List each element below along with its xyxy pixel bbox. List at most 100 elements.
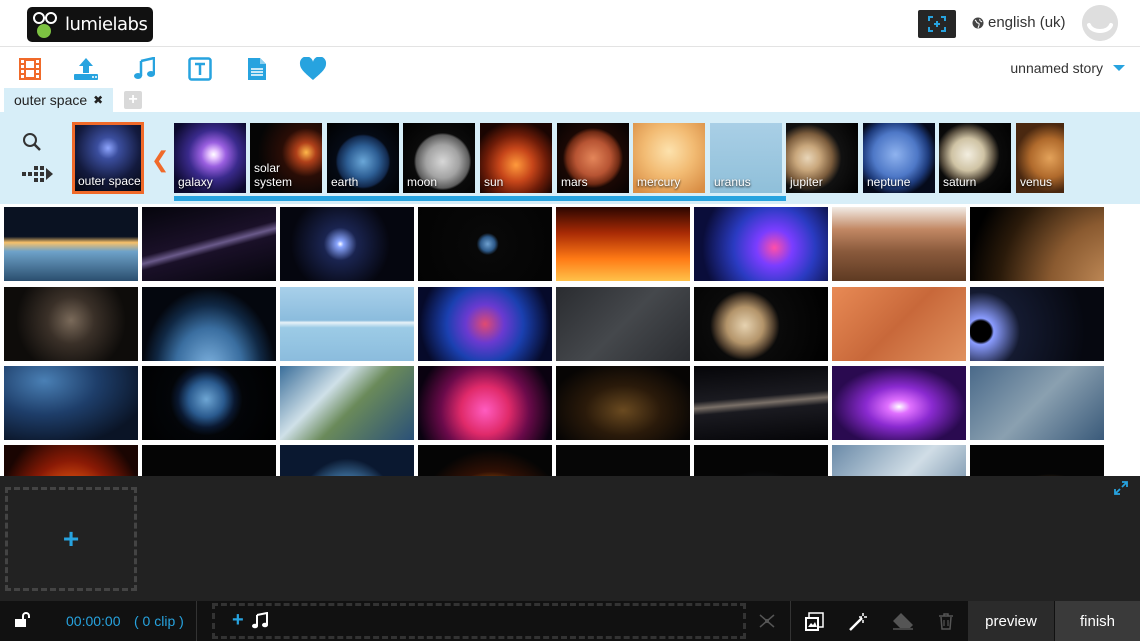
upload-tool-button[interactable] — [72, 55, 100, 83]
preview-button[interactable]: preview — [968, 601, 1054, 641]
category-item[interactable]: jupiter — [786, 123, 858, 193]
media-thumbnail[interactable] — [694, 287, 828, 361]
media-thumbnail[interactable] — [556, 366, 690, 440]
trash-icon[interactable] — [938, 612, 954, 635]
chevron-left-icon[interactable]: ❮ — [151, 147, 169, 173]
cut-icon[interactable] — [758, 612, 776, 635]
search-icon — [23, 133, 41, 151]
media-thumbnail[interactable] — [970, 445, 1104, 476]
category-label: neptune — [867, 175, 911, 189]
category-label: venus — [1020, 175, 1053, 189]
category-bar: outer space ❮ galaxy solar system earth … — [0, 112, 1140, 204]
media-thumbnail[interactable] — [280, 366, 414, 440]
category-item[interactable]: moon — [403, 123, 475, 193]
media-thumbnail[interactable] — [832, 366, 966, 440]
media-thumbnail[interactable] — [4, 207, 138, 281]
add-audio-button[interactable]: + — [232, 609, 244, 632]
media-thumbnail[interactable] — [280, 287, 414, 361]
category-item[interactable]: sun — [480, 123, 552, 193]
language-label: english (uk) — [988, 14, 1066, 31]
finish-button[interactable]: finish — [1055, 601, 1140, 641]
unlock-button[interactable] — [14, 612, 32, 633]
smiley-icon — [1082, 5, 1118, 41]
media-thumbnail[interactable] — [556, 287, 690, 361]
music-tool-button[interactable] — [130, 55, 158, 83]
clip-count: ( 0 clip ) — [134, 613, 184, 629]
search-button[interactable] — [22, 132, 42, 157]
media-thumbnail[interactable] — [142, 287, 276, 361]
media-thumbnail[interactable] — [418, 445, 552, 476]
category-item[interactable]: earth — [327, 123, 399, 193]
media-thumbnail[interactable] — [142, 366, 276, 440]
logo-icon — [33, 11, 61, 38]
video-tool-button[interactable] — [16, 55, 44, 83]
sequence-button[interactable] — [22, 164, 54, 189]
timeline-area: + — [0, 476, 1140, 601]
toolbar: unnamed story — [0, 48, 1140, 88]
media-thumbnail[interactable] — [418, 287, 552, 361]
media-thumbnail[interactable] — [970, 287, 1104, 361]
category-item[interactable]: galaxy — [174, 123, 246, 193]
globe-icon — [972, 17, 984, 28]
header: lumielabs english (uk) — [0, 0, 1140, 47]
divider — [196, 601, 197, 641]
magic-wand-icon[interactable] — [848, 612, 868, 637]
media-thumbnail[interactable] — [832, 207, 966, 281]
text-tool-button[interactable] — [186, 55, 214, 83]
media-thumbnail[interactable] — [694, 366, 828, 440]
media-thumbnail[interactable] — [4, 287, 138, 361]
expand-button[interactable] — [1114, 481, 1128, 500]
document-tool-button[interactable] — [243, 55, 271, 83]
divider — [790, 601, 791, 641]
user-avatar[interactable] — [1082, 5, 1118, 41]
category-item[interactable]: venus — [1016, 123, 1064, 193]
document-icon — [248, 58, 266, 80]
close-icon[interactable]: ✖ — [93, 93, 103, 107]
category-label: outer space — [78, 174, 141, 188]
category-item[interactable]: solar system — [250, 123, 322, 193]
media-thumbnail[interactable] — [280, 445, 414, 476]
media-thumbnail[interactable] — [142, 207, 276, 281]
language-selector[interactable]: english (uk) — [972, 14, 1066, 31]
media-thumbnail[interactable] — [418, 207, 552, 281]
music-note-icon — [252, 611, 268, 635]
story-selector[interactable]: unnamed story — [1010, 60, 1125, 76]
story-tabs: outer space ✖ + — [0, 88, 1140, 112]
media-thumbnail[interactable] — [832, 445, 966, 476]
category-label: solar system — [254, 161, 293, 189]
media-thumbnail[interactable] — [418, 366, 552, 440]
category-label: saturn — [943, 175, 977, 189]
eraser-icon[interactable] — [892, 612, 914, 635]
media-thumbnail[interactable] — [142, 445, 276, 476]
heart-icon — [299, 57, 327, 80]
category-item[interactable]: neptune — [863, 123, 935, 193]
expand-icon — [1114, 481, 1128, 495]
category-label: uranus — [714, 175, 751, 189]
app-root: lumielabs english (uk) unnamed story out… — [0, 0, 1140, 641]
clip-gallery-icon[interactable] — [804, 612, 824, 637]
media-thumbnail[interactable] — [4, 366, 138, 440]
media-thumbnail[interactable] — [4, 445, 138, 476]
media-thumbnail[interactable] — [280, 207, 414, 281]
tab-outer-space[interactable]: outer space ✖ — [4, 88, 114, 112]
category-item[interactable]: saturn — [939, 123, 1011, 193]
add-tab-button[interactable]: + — [124, 91, 142, 109]
category-item[interactable]: uranus — [710, 123, 782, 193]
logo[interactable]: lumielabs — [27, 7, 153, 42]
media-thumbnail[interactable] — [970, 207, 1104, 281]
media-thumbnail[interactable] — [970, 366, 1104, 440]
category-item[interactable]: mercury — [633, 123, 705, 193]
media-thumbnail[interactable] — [694, 445, 828, 476]
category-scrollbar[interactable] — [174, 196, 786, 201]
category-item[interactable]: mars — [557, 123, 629, 193]
media-thumbnail[interactable] — [694, 207, 828, 281]
fullscreen-button[interactable] — [918, 10, 956, 38]
add-clip-dropzone[interactable]: + — [5, 487, 137, 591]
media-thumbnail[interactable] — [832, 287, 966, 361]
logo-text: lumielabs — [65, 14, 148, 35]
category-active-outer-space[interactable]: outer space — [72, 122, 144, 194]
audio-track-dropzone[interactable] — [212, 603, 746, 639]
media-thumbnail[interactable] — [556, 445, 690, 476]
favorites-tool-button[interactable] — [299, 55, 327, 83]
media-thumbnail[interactable] — [556, 207, 690, 281]
